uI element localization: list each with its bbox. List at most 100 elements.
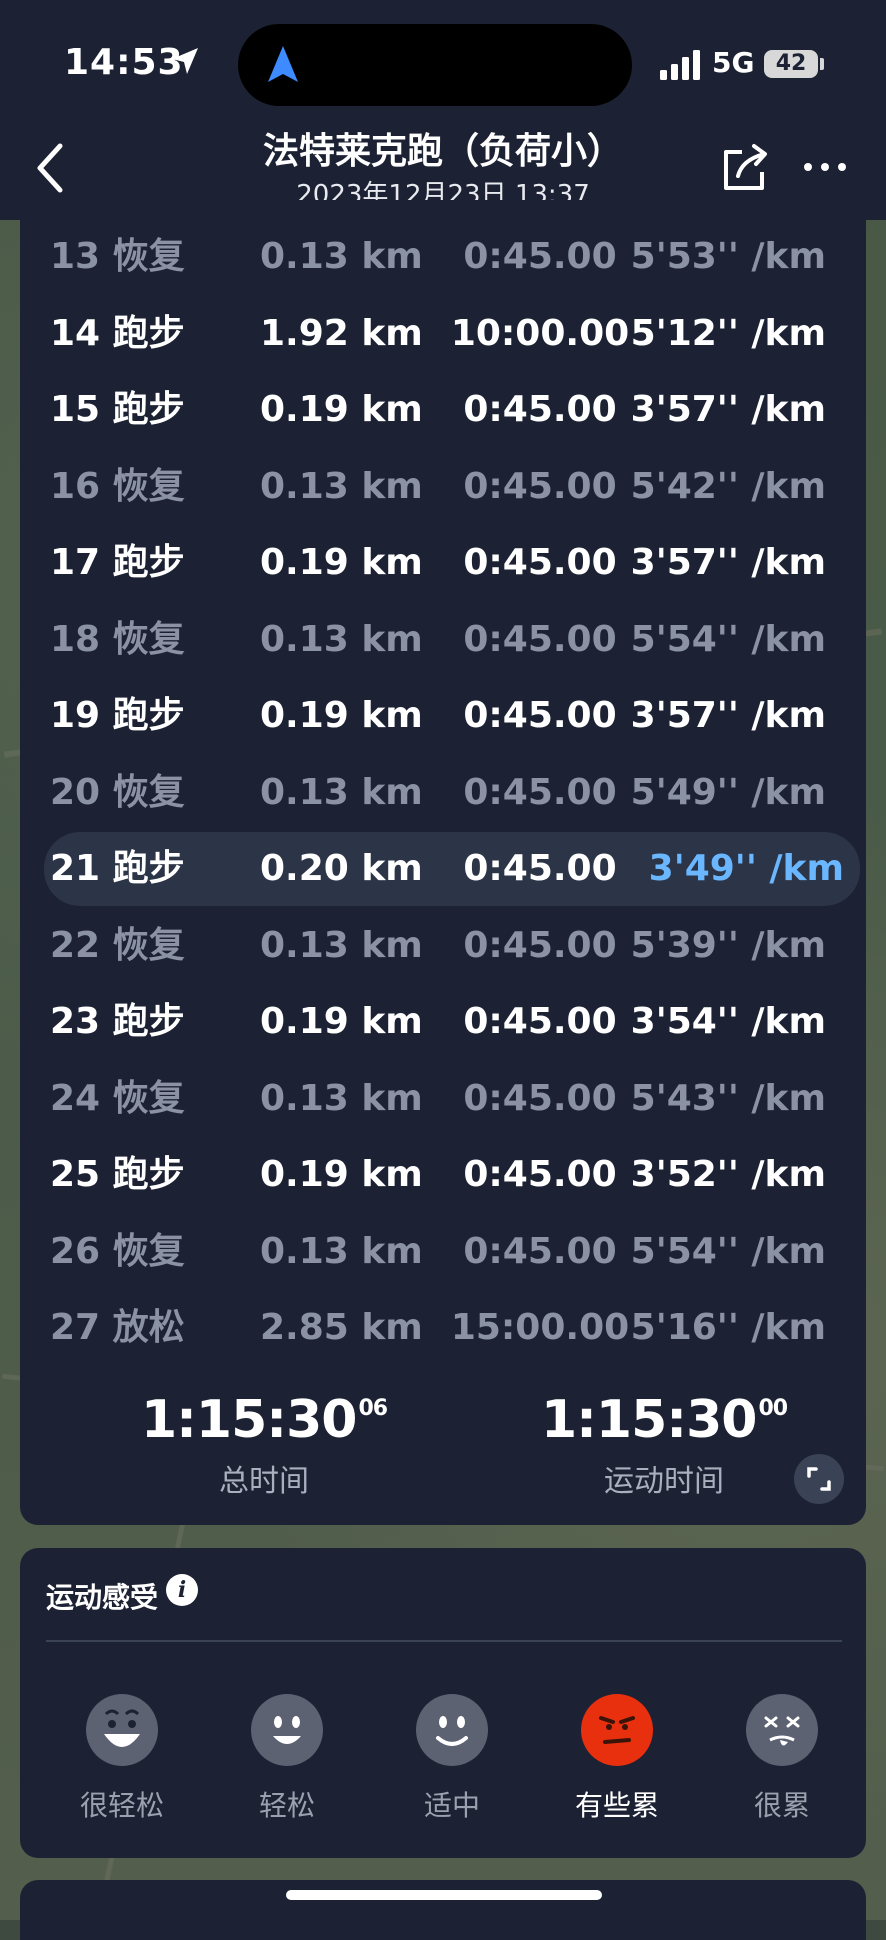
- lap-distance: 0.13 km: [260, 236, 423, 277]
- lap-row[interactable]: 19 跑步 0.19 km 0:45.00 3'57'' /km: [20, 679, 866, 753]
- moving-time-fraction: 00: [758, 1396, 788, 1421]
- lap-distance: 0.19 km: [260, 1001, 423, 1042]
- tired-face-icon: [581, 1694, 653, 1766]
- lap-name: 19 跑步: [50, 695, 185, 736]
- lap-row[interactable]: 13 恢复 0.13 km 0:45.00 5'53'' /km: [20, 220, 866, 294]
- feeling-label: 很轻松: [79, 1789, 164, 1822]
- feeling-card: 运动感受 i 很轻松 轻松 适中 有些累 很累: [20, 1548, 866, 1858]
- lap-distance: 0.13 km: [260, 1077, 423, 1119]
- lap-time: 0:45.00: [463, 771, 617, 813]
- battery-icon: 42: [764, 50, 818, 78]
- more-options-icon[interactable]: [800, 144, 850, 190]
- location-arrow-icon: [172, 48, 198, 74]
- battery-tip: [820, 58, 824, 70]
- status-time: 14:53: [64, 42, 184, 83]
- next-card: [20, 1880, 866, 1940]
- lap-pace: 5'43'' /km: [630, 1077, 826, 1119]
- total-time-label: 总时间: [219, 1464, 309, 1499]
- feeling-label: 适中: [423, 1789, 480, 1822]
- feeling-option[interactable]: 轻松: [217, 1694, 357, 1824]
- lap-time: 0:45.00: [463, 848, 617, 889]
- lap-pace: 5'53'' /km: [630, 236, 826, 277]
- lap-name: 22 恢复: [50, 924, 185, 966]
- info-icon[interactable]: i: [166, 1574, 198, 1606]
- lap-time: 0:45.00: [463, 1077, 617, 1119]
- lap-row[interactable]: 21 跑步 0.20 km 0:45.00 3'49'' /km: [44, 832, 860, 906]
- feeling-option[interactable]: 有些累: [547, 1694, 687, 1824]
- lap-pace: 5'42'' /km: [630, 465, 826, 507]
- laughing-face-icon: [86, 1694, 158, 1766]
- lap-pace: 3'57'' /km: [630, 389, 826, 430]
- feeling-label: 有些累: [574, 1789, 659, 1822]
- feeling-option[interactable]: 很轻松: [52, 1694, 192, 1824]
- lap-name: 21 跑步: [50, 848, 185, 889]
- lap-name: 13 恢复: [50, 236, 185, 277]
- lap-name: 24 恢复: [50, 1077, 185, 1119]
- status-bar: 14:53 5G 42: [0, 0, 886, 130]
- lap-row[interactable]: 14 跑步 1.92 km 10:00.00 5'12'' /km: [20, 297, 866, 371]
- total-time-value: 1:15:3006: [140, 1390, 388, 1450]
- lap-distance: 0.19 km: [260, 1154, 423, 1195]
- expand-icon[interactable]: [794, 1454, 844, 1504]
- lap-time: 0:45.00: [463, 695, 617, 736]
- lap-distance: 2.85 km: [260, 1307, 423, 1348]
- lap-row[interactable]: 22 恢复 0.13 km 0:45.00 5'39'' /km: [20, 909, 866, 983]
- lap-time: 10:00.00: [450, 312, 630, 354]
- lap-row[interactable]: 20 恢复 0.13 km 0:45.00 5'49'' /km: [20, 756, 866, 830]
- lap-distance: 0.13 km: [260, 924, 423, 966]
- smiling-face-icon: [416, 1694, 488, 1766]
- laps-card: 13 恢复 0.13 km 0:45.00 5'53'' /km 14 跑步 1.92 k…: [20, 200, 866, 1525]
- lap-distance: 0.13 km: [260, 1230, 423, 1272]
- lap-pace: 5'54'' /km: [630, 618, 826, 660]
- lap-name: 25 跑步: [50, 1154, 185, 1195]
- exhausted-face-icon: [746, 1694, 818, 1766]
- feeling-option[interactable]: 适中: [382, 1694, 522, 1824]
- lap-time: 0:45.00: [463, 1001, 617, 1042]
- lap-pace: 5'39'' /km: [630, 924, 826, 966]
- lap-distance: 1.92 km: [260, 312, 423, 354]
- lap-time: 0:45.00: [463, 924, 617, 966]
- share-icon[interactable]: [720, 142, 770, 194]
- lap-row[interactable]: 17 跑步 0.19 km 0:45.00 3'57'' /km: [20, 526, 866, 600]
- lap-time: 0:45.00: [463, 1230, 617, 1272]
- lap-distance: 0.19 km: [260, 389, 423, 430]
- lap-name: 18 恢复: [50, 618, 185, 660]
- lap-name: 27 放松: [50, 1307, 185, 1348]
- lap-pace: 3'52'' /km: [630, 1154, 826, 1195]
- feeling-option[interactable]: 很累: [712, 1694, 852, 1824]
- lap-row[interactable]: 15 跑步 0.19 km 0:45.00 3'57'' /km: [20, 373, 866, 447]
- lap-row[interactable]: 25 跑步 0.19 km 0:45.00 3'52'' /km: [20, 1138, 866, 1212]
- lap-name: 20 恢复: [50, 771, 185, 813]
- lap-name: 14 跑步: [50, 312, 185, 354]
- lap-row[interactable]: 26 恢复 0.13 km 0:45.00 5'54'' /km: [20, 1215, 866, 1289]
- lap-distance: 0.13 km: [260, 618, 423, 660]
- lap-row[interactable]: 18 恢复 0.13 km 0:45.00 5'54'' /km: [20, 603, 866, 677]
- total-time-fraction: 06: [358, 1396, 388, 1421]
- feeling-title: 运动感受: [46, 1581, 159, 1614]
- lap-row[interactable]: 23 跑步 0.19 km 0:45.00 3'54'' /km: [20, 985, 866, 1059]
- total-time-block: 1:15:3006 总时间: [114, 1390, 414, 1500]
- lap-pace: 5'49'' /km: [630, 771, 826, 813]
- lap-time: 0:45.00: [463, 389, 617, 430]
- signal-strength-icon: [660, 50, 700, 80]
- lap-time: 0:45.00: [463, 542, 617, 583]
- lap-pace: 3'49'' /km: [648, 848, 844, 889]
- lap-row[interactable]: 16 恢复 0.13 km 0:45.00 5'42'' /km: [20, 450, 866, 524]
- lap-pace: 3'54'' /km: [630, 1001, 826, 1042]
- lap-pace: 5'16'' /km: [630, 1307, 826, 1348]
- lap-time: 0:45.00: [463, 465, 617, 507]
- lap-time: 0:45.00: [463, 1154, 617, 1195]
- lap-name: 23 跑步: [50, 1001, 185, 1042]
- home-indicator: [286, 1890, 602, 1900]
- lap-row[interactable]: 27 放松 2.85 km 15:00.00 5'16'' /km: [20, 1291, 866, 1365]
- moving-time-label: 运动时间: [604, 1464, 724, 1499]
- dynamic-island: [238, 24, 632, 106]
- lap-distance: 0.20 km: [260, 848, 423, 889]
- network-type: 5G: [712, 46, 755, 79]
- lap-distance: 0.13 km: [260, 771, 423, 813]
- moving-time-block: 1:15:3000 运动时间: [514, 1390, 814, 1500]
- lap-name: 26 恢复: [50, 1230, 185, 1272]
- lap-time: 0:45.00: [463, 618, 617, 660]
- lap-row[interactable]: 24 恢复 0.13 km 0:45.00 5'43'' /km: [20, 1062, 866, 1136]
- lap-distance: 0.13 km: [260, 465, 423, 507]
